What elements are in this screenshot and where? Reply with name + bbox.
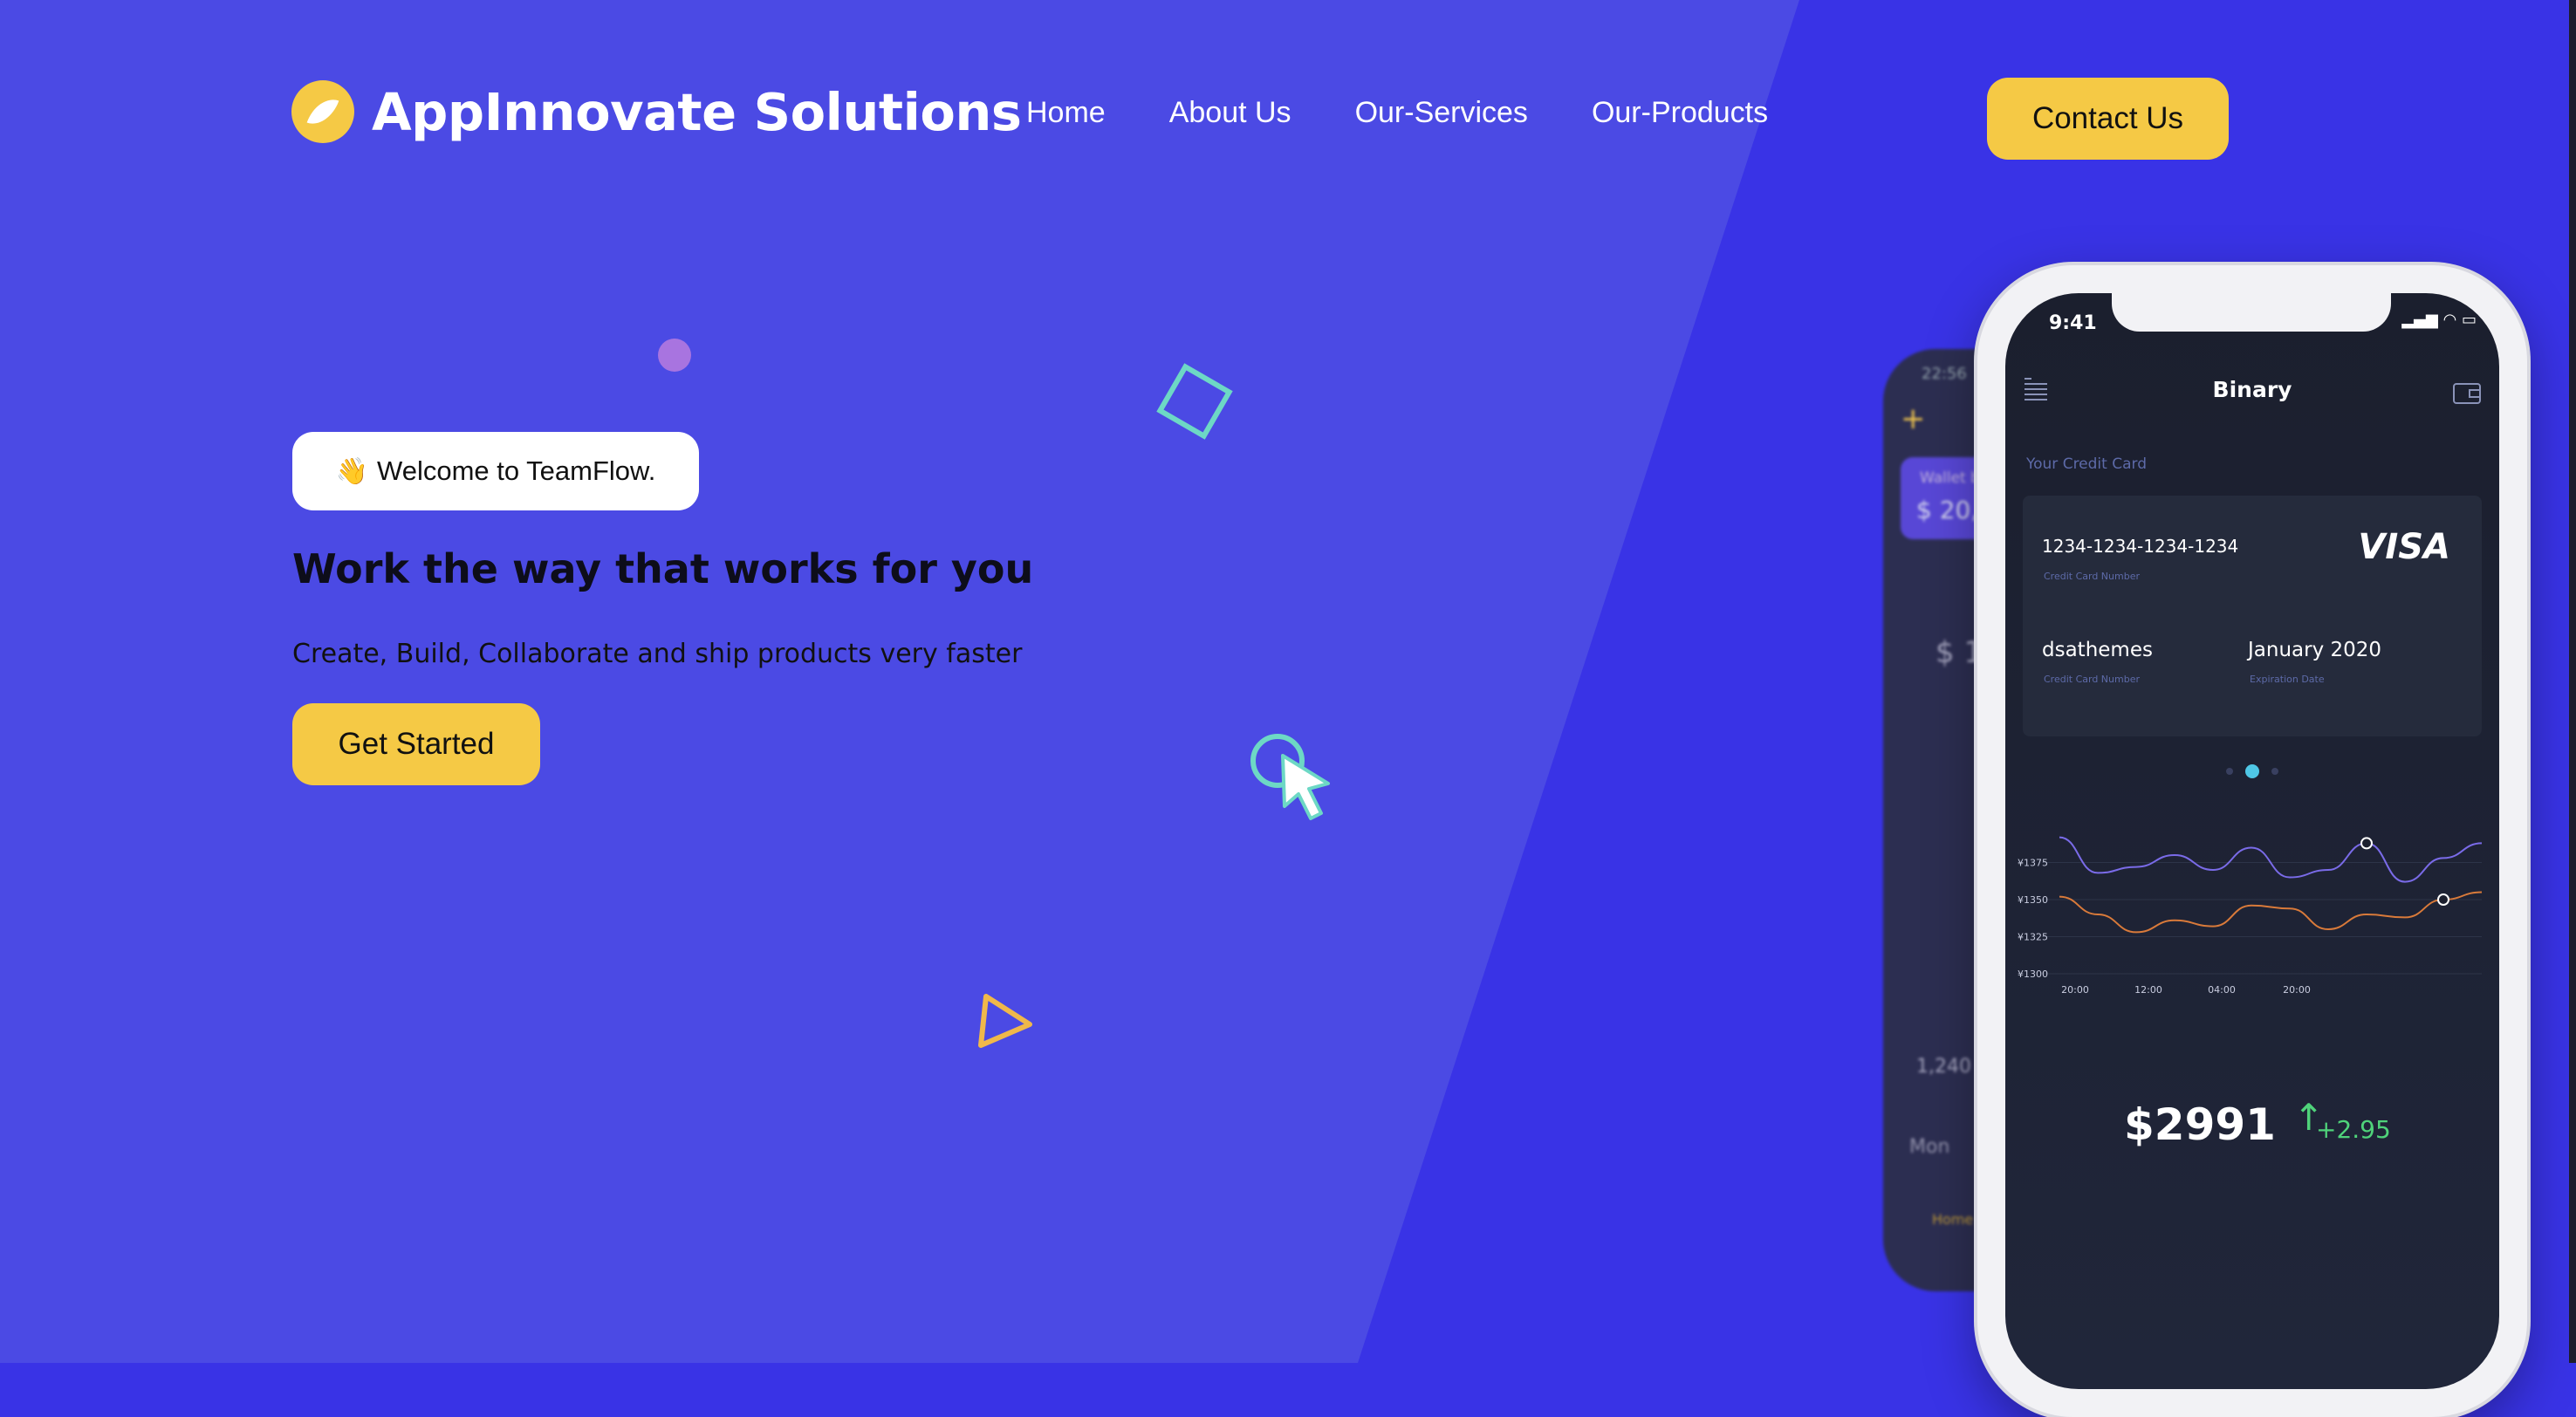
- chart-point-marker: [2360, 837, 2373, 850]
- leaf-icon: [291, 80, 354, 143]
- waving-hand-icon: 👋: [335, 456, 369, 486]
- welcome-text: Welcome to TeamFlow.: [377, 455, 656, 486]
- price-value: $2991: [2124, 1099, 2276, 1150]
- contact-us-button[interactable]: Contact Us: [1987, 78, 2229, 160]
- hero-title: Work the way that works for you: [292, 545, 1034, 592]
- phone-mockup: 9:41 ▂▄▆ ◠ ▭ Binary Your Credit Card 123…: [1977, 265, 2527, 1417]
- nav-our-products[interactable]: Our-Products: [1592, 96, 1768, 130]
- price-change: +2.95: [2316, 1115, 2391, 1144]
- purple-dot-decoration: [658, 339, 691, 372]
- brand-logo[interactable]: AppInnovate Solutions: [291, 80, 1022, 143]
- chart-series-line: [2059, 891, 2483, 934]
- pager-dot[interactable]: [2271, 768, 2278, 775]
- chart-y-tick: ¥1325: [2018, 932, 2048, 943]
- nav-about-us[interactable]: About Us: [1169, 96, 1291, 130]
- status-time: 9:41: [2049, 312, 2097, 334]
- card-holder-caption: Credit Card Number: [2044, 674, 2140, 685]
- triangle-outline-decoration: [978, 994, 1032, 1048]
- chart-y-tick: ¥1300: [2018, 969, 2048, 980]
- secondary-day: Mon: [1909, 1136, 1950, 1158]
- chart-point-marker: [2437, 893, 2449, 906]
- secondary-card-label: Wallet b: [1920, 469, 1980, 487]
- credit-card: 1234-1234-1234-1234 Credit Card Number V…: [2023, 496, 2482, 736]
- main-nav: Home About Us Our-Services Our-Products: [1026, 96, 1832, 130]
- chart-x-tick: 20:00: [2061, 984, 2089, 996]
- get-started-button[interactable]: Get Started: [292, 703, 540, 785]
- brand-name: AppInnovate Solutions: [372, 81, 1022, 142]
- scrollbar-edge[interactable]: [2569, 0, 2576, 1363]
- nav-home[interactable]: Home: [1026, 96, 1106, 130]
- secondary-value: 1,240: [1916, 1056, 1971, 1078]
- phone-screen: 9:41 ▂▄▆ ◠ ▭ Binary Your Credit Card 123…: [2005, 293, 2499, 1389]
- chart-x-tick: 12:00: [2134, 984, 2162, 996]
- plus-icon: +: [1901, 401, 1926, 436]
- welcome-badge: 👋 Welcome to TeamFlow.: [292, 432, 699, 510]
- app-title: Binary: [2212, 377, 2292, 402]
- hero-subtitle: Create, Build, Collaborate and ship prod…: [292, 639, 1023, 669]
- card-holder: dsathemes: [2042, 639, 2153, 661]
- credit-card-section-label: Your Credit Card: [2026, 455, 2147, 473]
- card-number-caption: Credit Card Number: [2044, 571, 2140, 582]
- pager-dot[interactable]: [2226, 768, 2233, 775]
- chart-y-tick: ¥1350: [2018, 894, 2048, 906]
- card-expiry: January 2020: [2248, 639, 2382, 661]
- pager-dot-active[interactable]: [2245, 764, 2259, 778]
- secondary-home-tab: Home: [1932, 1211, 1974, 1228]
- chart-series-line: [2059, 836, 2483, 883]
- card-expiry-caption: Expiration Date: [2250, 674, 2325, 685]
- visa-logo: VISA: [2358, 527, 2450, 567]
- secondary-card-value: $ 20,: [1916, 496, 1979, 524]
- card-number: 1234-1234-1234-1234: [2042, 536, 2239, 557]
- cursor-click-icon: [1250, 734, 1330, 820]
- signal-wifi-battery-icon: ▂▄▆ ◠ ▭: [2401, 311, 2477, 329]
- nav-our-services[interactable]: Our-Services: [1355, 96, 1528, 130]
- chart-x-tick: 20:00: [2283, 984, 2311, 996]
- phone-notch: [2112, 293, 2391, 332]
- price-chart: ¥1375 ¥1350 ¥1325 ¥1300 20:00 12:00 04:00 20:00: [2018, 836, 2483, 996]
- chart-x-tick: 04:00: [2208, 984, 2236, 996]
- secondary-phone-time: 22:56: [1922, 365, 1967, 383]
- card-pager[interactable]: [2220, 764, 2285, 778]
- wallet-icon: [2453, 383, 2481, 404]
- chart-y-tick: ¥1375: [2018, 858, 2048, 869]
